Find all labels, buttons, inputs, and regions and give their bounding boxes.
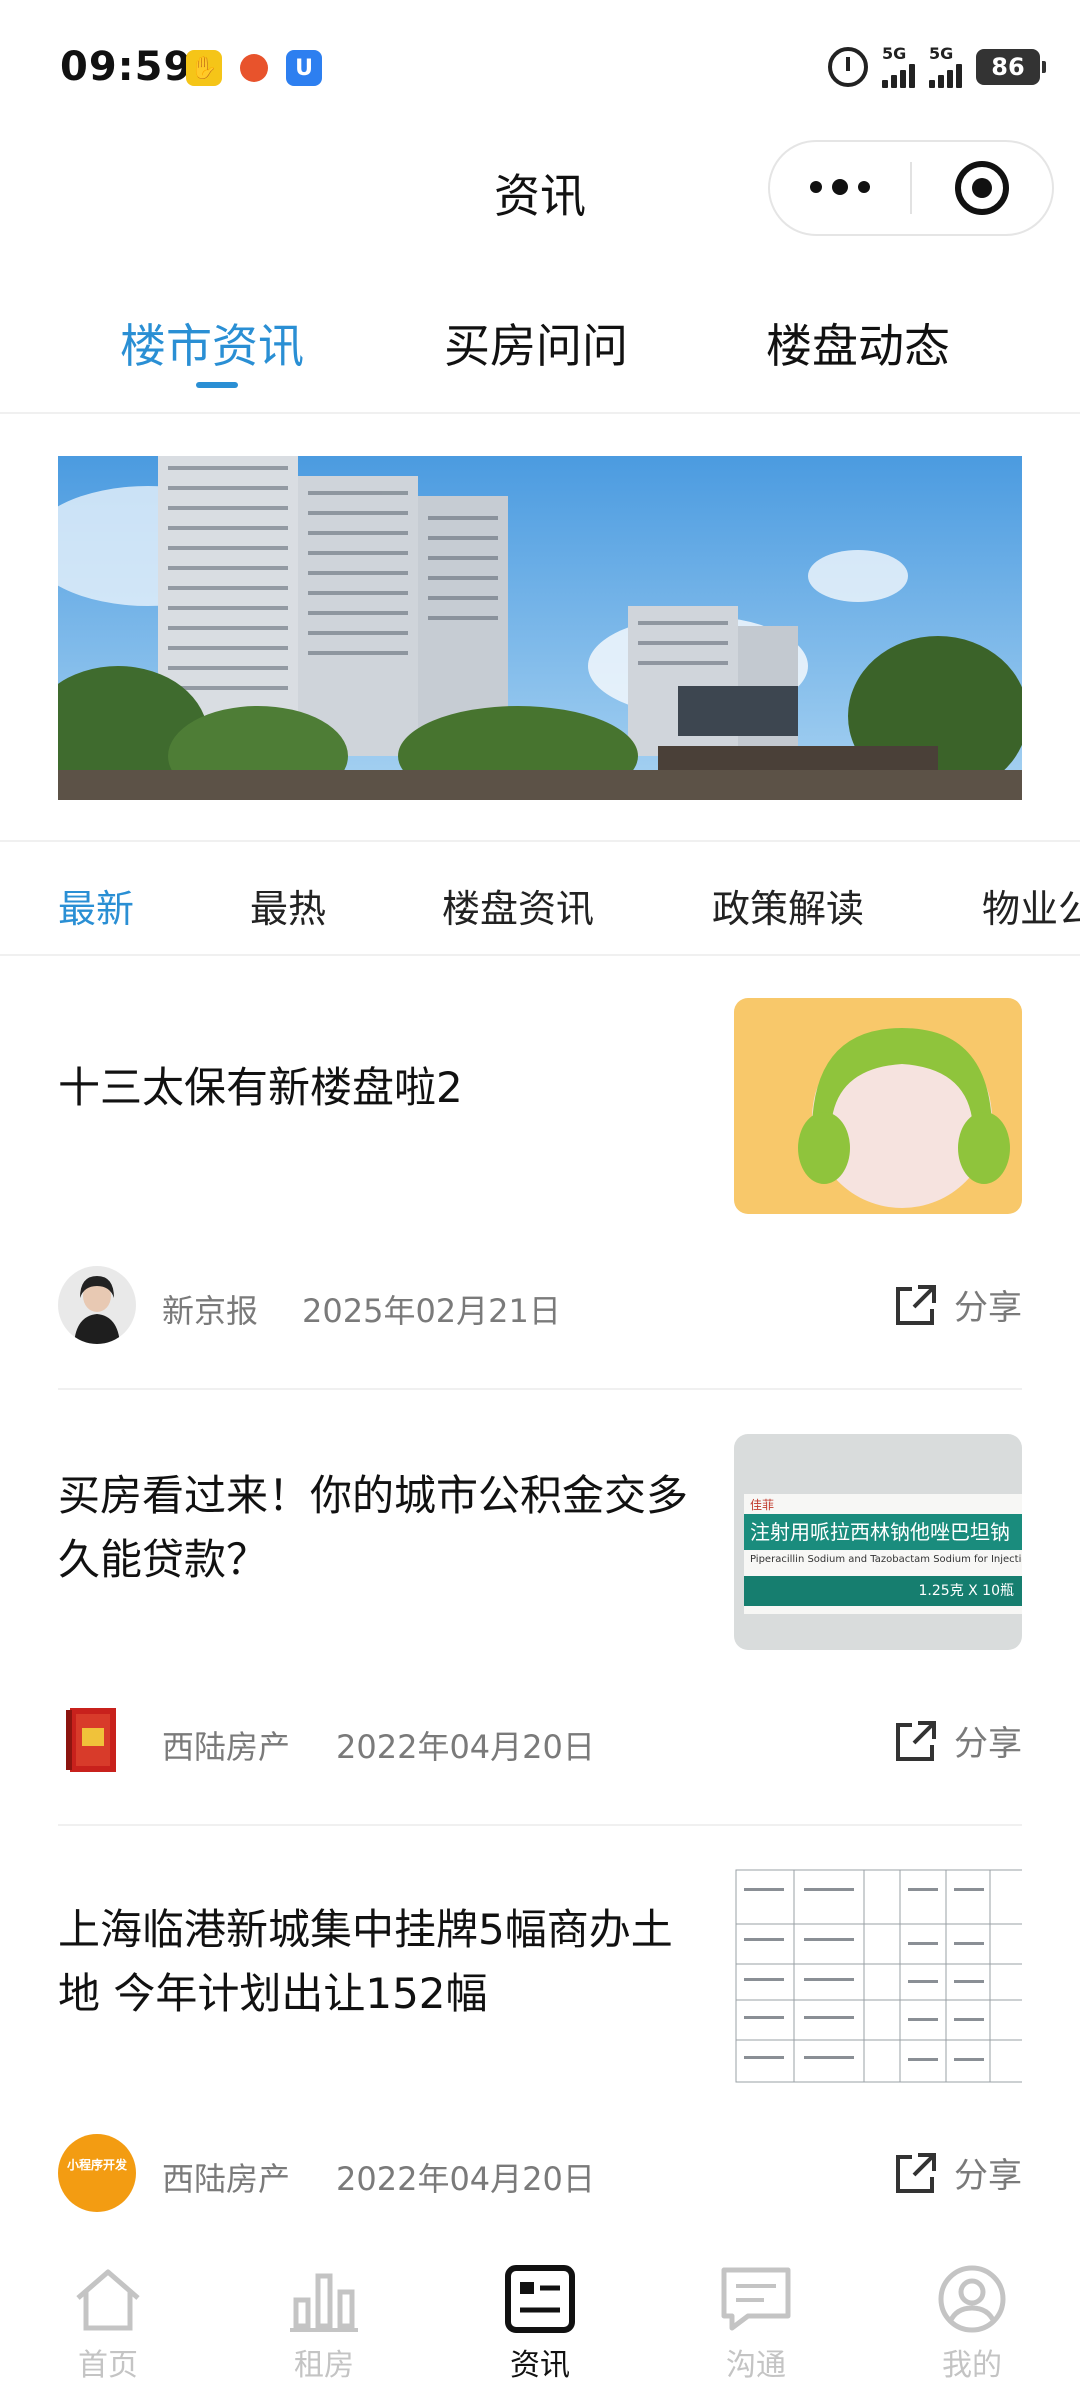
share-label: 分享 — [954, 1724, 1022, 1764]
category-tabs: 最新 最热 楼盘资讯 政策解读 物业公 — [0, 840, 1080, 956]
nav-label: 资讯 — [510, 2348, 570, 2383]
share-button[interactable]: 分享 — [892, 2148, 1022, 2197]
article-title[interactable]: 十三太保有新楼盘啦2 — [58, 1056, 698, 1120]
nav-rent[interactable]: 租房 — [254, 2264, 394, 2384]
article-item[interactable]: 上海临港新城集中挂牌5幅商办土地 今年计划出让152幅 小程序开发 西陆房产 2… — [58, 1868, 1022, 2218]
more-icon[interactable] — [770, 179, 910, 195]
article-date: 2025年02月21日 — [302, 1292, 561, 1330]
bottom-nav: 首页 租房 资讯 沟通 我的 — [0, 2244, 1080, 2400]
banner-image[interactable] — [58, 456, 1022, 800]
article-thumbnail[interactable] — [734, 1868, 1022, 2084]
tab-property-updates[interactable]: 楼盘动态 — [766, 310, 950, 376]
category-tab-property-news[interactable]: 楼盘资讯 — [442, 878, 594, 933]
nav-chat[interactable]: 沟通 — [686, 2264, 826, 2384]
category-tab-hot[interactable]: 最热 — [250, 878, 326, 933]
nav-profile[interactable]: 我的 — [902, 2264, 1042, 2384]
tab-market-news[interactable]: 楼市资讯 — [120, 310, 304, 376]
nav-home[interactable]: 首页 — [38, 2264, 178, 2384]
nav-label: 沟通 — [726, 2348, 786, 2383]
article-source: 西陆房产 — [162, 2160, 291, 2198]
target-icon — [955, 161, 1009, 215]
status-time: 09:59 — [60, 44, 193, 90]
article-title[interactable]: 上海临港新城集中挂牌5幅商办土地 今年计划出让152幅 — [58, 1898, 698, 2026]
chat-icon — [721, 2267, 791, 2331]
divider — [58, 1824, 1022, 1826]
alarm-icon — [828, 47, 868, 87]
page-header: 资讯 — [0, 140, 1080, 246]
share-button[interactable]: 分享 — [892, 1716, 1022, 1765]
share-icon — [896, 1284, 936, 1325]
signal-icon: 5G — [882, 46, 915, 88]
category-tab-latest[interactable]: 最新 — [58, 878, 134, 933]
thumb-brand: 佳菲 — [750, 1498, 775, 1512]
share-icon — [896, 1720, 936, 1761]
nav-news[interactable]: 资讯 — [470, 2264, 610, 2384]
app-notification-icon — [236, 50, 272, 86]
close-miniprogram-button[interactable] — [912, 161, 1052, 215]
article-meta: 小程序开发 西陆房产 2022年04月20日 分享 — [58, 2134, 1022, 2214]
signal-icon: 5G — [929, 46, 962, 88]
network-type: 5G — [929, 44, 954, 63]
divider — [58, 1388, 1022, 1390]
category-tab-policy[interactable]: 政策解读 — [712, 878, 864, 933]
article-date: 2022年04月20日 — [336, 2160, 595, 2198]
share-label: 分享 — [954, 2156, 1022, 2196]
thumb-drug-name-en: Piperacillin Sodium and Tazobactam Sodiu… — [750, 1554, 1022, 1565]
article-title[interactable]: 买房看过来！你的城市公积金交多久能贷款？ — [58, 1464, 698, 1592]
article-source: 西陆房产 — [162, 1728, 291, 1766]
avatar-text: 小程序开发 — [66, 2158, 127, 2172]
article-date: 2022年04月20日 — [336, 1728, 595, 1766]
avatar: 小程序开发 — [58, 2134, 136, 2212]
avatar — [58, 1702, 136, 1780]
nav-label: 首页 — [78, 2348, 138, 2383]
app-notification-icon: ✋ — [186, 50, 222, 86]
article-source: 新京报 — [162, 1292, 259, 1330]
battery-icon: 86 — [976, 49, 1046, 85]
nav-label: 我的 — [942, 2348, 1002, 2383]
share-icon — [896, 2152, 936, 2193]
thumb-drug-name: 注射用哌拉西林钠他唑巴坦钠 — [744, 1514, 1022, 1550]
thumb-spec: 1.25克 X 10瓶 — [744, 1576, 1022, 1606]
profile-icon — [938, 2265, 1006, 2333]
article-item[interactable]: 十三太保有新楼盘啦2 新京报 2025年02月21日 分享 — [58, 998, 1022, 1348]
nav-label: 租房 — [294, 2348, 354, 2383]
tab-indicator — [196, 382, 238, 388]
app-notification-icon: U — [286, 50, 322, 86]
article-meta: 西陆房产 2022年04月20日 分享 — [58, 1702, 1022, 1782]
home-icon — [76, 2269, 140, 2331]
article-thumbnail[interactable] — [734, 998, 1022, 1214]
share-label: 分享 — [954, 1288, 1022, 1328]
tab-buying-qa[interactable]: 买房问问 — [444, 310, 628, 376]
system-icons: 5G 5G 86 — [828, 46, 1046, 88]
main-tabs: 楼市资讯 买房问问 楼盘动态 — [0, 290, 1080, 414]
share-button[interactable]: 分享 — [892, 1280, 1022, 1329]
network-type: 5G — [882, 44, 907, 63]
article-meta: 新京报 2025年02月21日 分享 — [58, 1266, 1022, 1346]
category-tab-property-mgmt[interactable]: 物业公 — [982, 878, 1080, 933]
news-icon — [505, 2265, 575, 2333]
status-bar: 09:59 ✋ U 5G 5G 86 — [0, 0, 1080, 140]
bar-chart-icon — [290, 2273, 358, 2332]
notification-icons: ✋ U — [186, 50, 322, 86]
avatar — [58, 1266, 136, 1344]
article-thumbnail[interactable]: 佳菲 注射用哌拉西林钠他唑巴坦钠 Piperacillin Sodium and… — [734, 1434, 1022, 1650]
miniprogram-capsule — [768, 140, 1054, 236]
article-item[interactable]: 买房看过来！你的城市公积金交多久能贷款？ 佳菲 注射用哌拉西林钠他唑巴坦钠 Pi… — [58, 1434, 1022, 1784]
